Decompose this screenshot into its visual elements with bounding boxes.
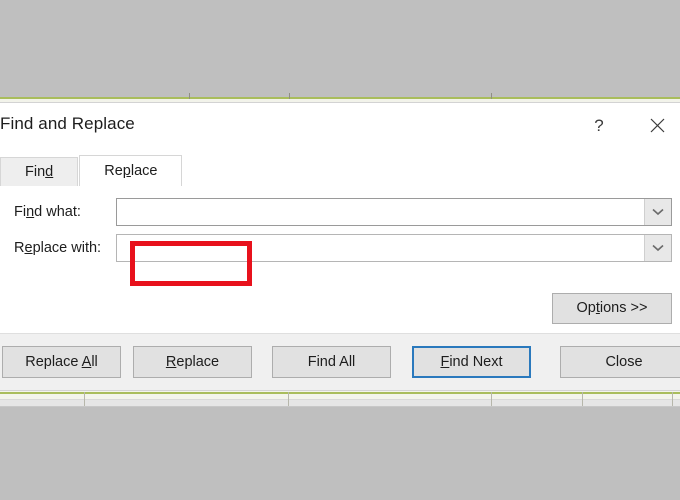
dialog-tabstrip: Find Replace: [0, 155, 680, 186]
find-what-row: Find what:: [0, 198, 680, 234]
options-button[interactable]: Options >>: [552, 293, 672, 324]
close-icon-glyph: [650, 119, 664, 133]
close-button[interactable]: Close: [560, 346, 680, 378]
tab-replace-label: Replace: [104, 163, 158, 179]
find-next-button-label: Find Next: [440, 354, 503, 370]
replace-with-input[interactable]: [117, 235, 644, 261]
tab-find-label: Find: [25, 164, 54, 180]
find-what-dropdown-button[interactable]: [644, 199, 671, 225]
replace-with-combobox[interactable]: [116, 234, 672, 262]
sheet-gridline-bottom: [0, 392, 680, 394]
options-row: Options >>: [552, 293, 672, 324]
replace-button[interactable]: Replace: [133, 346, 252, 378]
tab-replace[interactable]: Replace: [79, 155, 183, 186]
background-spreadsheet-bottom: [0, 390, 680, 500]
tab-find[interactable]: Find: [0, 157, 79, 186]
replace-all-button-label: Replace All: [25, 354, 98, 370]
sheet-column-separator: [84, 392, 85, 406]
find-all-button[interactable]: Find All: [272, 346, 391, 378]
help-icon[interactable]: ?: [576, 111, 622, 141]
find-what-input[interactable]: [117, 199, 644, 225]
sheet-column-separator: [491, 93, 492, 99]
options-button-label: Options >>: [576, 300, 648, 316]
sheet-column-separator: [189, 93, 190, 99]
close-button-label: Close: [605, 354, 643, 370]
sheet-gridline-grey: [0, 399, 680, 400]
help-icon-glyph: ?: [594, 116, 604, 135]
sheet-column-separator: [288, 392, 289, 406]
background-spreadsheet-top: [0, 0, 680, 103]
sheet-column-separator: [491, 392, 492, 406]
replace-form: Find what: Replace with: Options >>: [0, 186, 680, 334]
find-what-label: Find what:: [14, 204, 81, 220]
find-what-combobox[interactable]: [116, 198, 672, 226]
dialog-footer: Replace All Replace Find All Find Next C…: [0, 333, 680, 390]
replace-all-button[interactable]: Replace All: [2, 346, 121, 378]
replace-with-label: Replace with:: [14, 240, 102, 256]
sheet-column-separator: [289, 93, 290, 99]
find-all-button-label: Find All: [307, 354, 356, 370]
replace-with-dropdown-button[interactable]: [644, 235, 671, 261]
sheet-column-separator: [582, 392, 583, 406]
dialog-title: Find and Replace: [0, 114, 135, 133]
close-icon[interactable]: [634, 111, 680, 141]
chevron-down-icon: [652, 244, 664, 252]
find-next-button[interactable]: Find Next: [412, 346, 531, 378]
replace-with-row: Replace with:: [0, 234, 680, 270]
replace-button-label: Replace: [165, 354, 220, 370]
sheet-column-separator: [672, 392, 673, 406]
sheet-row-shade: [0, 400, 680, 406]
screen: Find and Replace ? Find Replace Find wha…: [0, 0, 680, 500]
find-and-replace-dialog: Find and Replace ? Find Replace Find wha…: [0, 103, 680, 390]
chevron-down-icon: [652, 208, 664, 216]
dialog-titlebar: Find and Replace ?: [0, 103, 680, 147]
